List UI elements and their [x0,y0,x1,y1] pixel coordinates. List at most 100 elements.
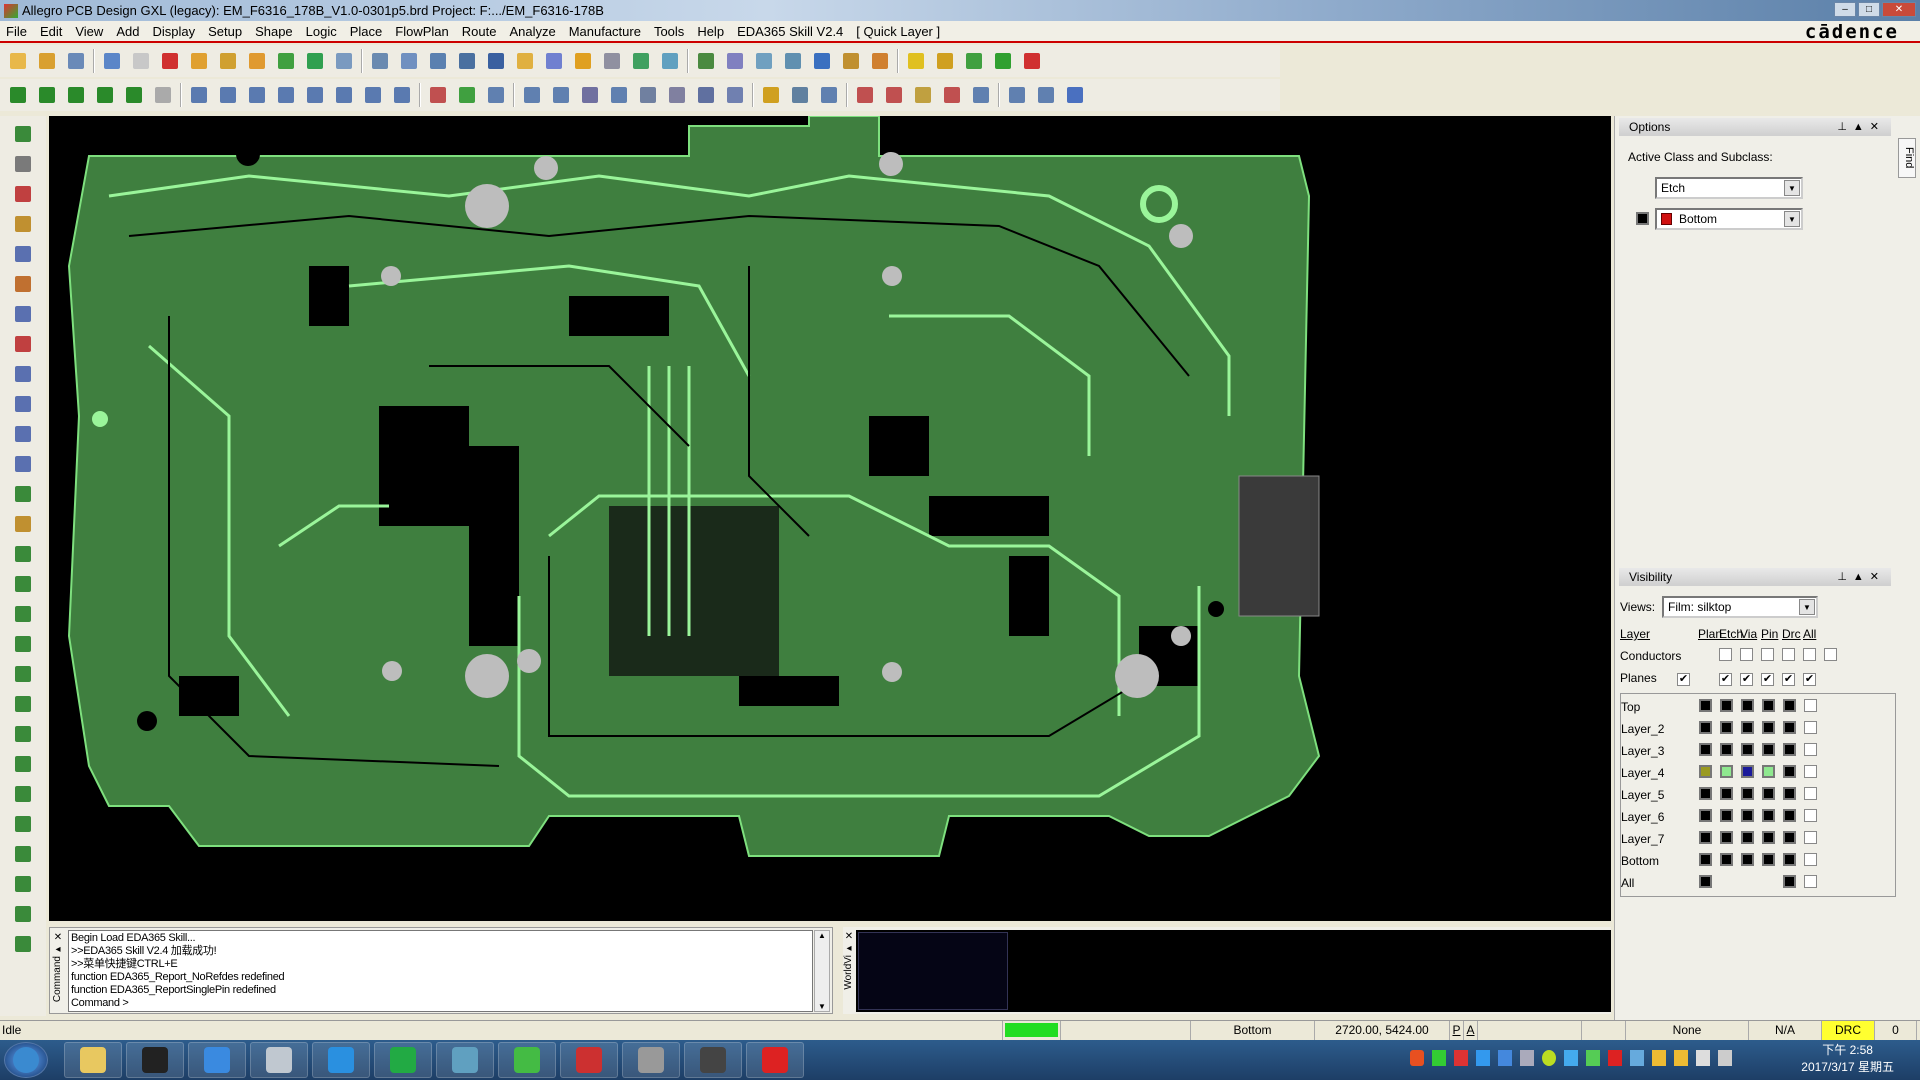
tray-app-icon[interactable] [1476,1050,1490,1066]
close-button[interactable]: ✕ [1882,2,1916,17]
column-header-drc[interactable]: Drc [1782,627,1803,641]
layer-color-swatch[interactable] [1741,831,1754,844]
checkbox[interactable] [1804,699,1817,712]
menu-quick-layer[interactable]: [ Quick Layer ] [856,24,940,39]
layer-color-cell[interactable] [1699,831,1720,847]
checkbox[interactable] [1804,787,1817,800]
command-tab[interactable]: ✕ ◂ Command [52,932,64,1006]
toolbar-button[interactable] [788,83,812,107]
left-tool-button[interactable] [11,392,35,416]
taskbar-mail[interactable] [746,1042,804,1078]
layer-color-cell[interactable] [1699,853,1720,869]
menu-route[interactable]: Route [462,24,497,39]
layer-all-checkbox[interactable] [1804,831,1825,847]
layer-color-cell[interactable] [1699,743,1720,759]
conductors-checkbox[interactable] [1740,648,1761,664]
layer-color-cell[interactable] [1699,765,1720,781]
toolbar-button[interactable] [542,49,566,73]
find-tab[interactable]: Find [1898,138,1916,178]
left-tool-button[interactable] [11,272,35,296]
toolbar-button[interactable] [303,83,327,107]
toolbar-button[interactable] [694,49,718,73]
layer-color-cell[interactable] [1741,787,1762,803]
conductors-checkbox[interactable] [1761,648,1782,664]
toolbar-button[interactable] [911,83,935,107]
left-tool-button[interactable] [11,302,35,326]
toolbar-button[interactable] [1063,83,1087,107]
layer-all-checkbox[interactable] [1804,787,1825,803]
layer-all-checkbox[interactable] [1804,721,1825,737]
checkbox[interactable] [1824,648,1837,661]
layer-all-checkbox[interactable] [1804,853,1825,869]
layer-color-cell[interactable] [1699,787,1720,803]
layer-color-swatch[interactable] [1762,853,1775,866]
toolbar-button[interactable] [245,83,269,107]
toolbar-button[interactable] [991,49,1015,73]
layer-color-cell[interactable] [1699,809,1720,825]
toolbar-button[interactable] [274,83,298,107]
checkbox[interactable]: ✔ [1740,672,1753,686]
taskbar-baidu-cloud[interactable] [188,1042,246,1078]
toolbar-button[interactable] [397,49,421,73]
layer-color-swatch[interactable] [1699,765,1712,778]
taskbar-browser[interactable] [312,1042,370,1078]
left-tool-button[interactable] [11,152,35,176]
layer-color-cell[interactable] [1720,699,1741,715]
layer-color-cell[interactable] [1762,831,1783,847]
toolbar-button[interactable] [455,49,479,73]
layer-color-swatch[interactable] [1720,743,1733,756]
layer-color-swatch[interactable] [1699,787,1712,800]
checkbox[interactable]: ✔ [1677,672,1690,686]
toolbar-button[interactable] [940,83,964,107]
left-tool-button[interactable] [11,452,35,476]
layer-color-cell[interactable] [1783,765,1804,781]
layer-color-swatch[interactable] [1741,699,1754,712]
command-scrollbar[interactable]: ▲ ▼ [814,930,830,1012]
left-tool-button[interactable] [11,422,35,446]
menu-view[interactable]: View [75,24,103,39]
layer-color-swatch[interactable] [1783,875,1796,888]
toolbar-button[interactable] [274,49,298,73]
left-tool-button[interactable] [11,692,35,716]
left-tool-button[interactable] [11,602,35,626]
left-tool-button[interactable] [11,242,35,266]
layer-color-swatch[interactable] [1783,831,1796,844]
layer-color-cell[interactable] [1762,765,1783,781]
layer-color-cell[interactable] [1720,743,1741,759]
toolbar-button[interactable] [64,49,88,73]
toolbar-button[interactable] [933,49,957,73]
layer-color-cell[interactable] [1762,853,1783,869]
left-tool-button[interactable] [11,512,35,536]
tray-app-icon[interactable] [1542,1050,1556,1066]
toolbar-button[interactable] [781,49,805,73]
toolbar-button[interactable] [368,49,392,73]
menu-file[interactable]: File [6,24,27,39]
layer-color-swatch[interactable] [1741,743,1754,756]
checkbox[interactable] [1740,648,1753,661]
toolbar-button[interactable] [600,49,624,73]
toolbar-button[interactable] [35,49,59,73]
column-header-etch[interactable]: Etch [1719,627,1743,641]
layer-color-swatch[interactable] [1699,831,1712,844]
taskbar-calculator[interactable] [250,1042,308,1078]
layer-color-swatch[interactable] [1783,721,1796,734]
maximize-button[interactable]: □ [1858,2,1880,17]
status-pick-button[interactable]: P [1450,1021,1464,1040]
toolbar-button[interactable] [759,83,783,107]
menu-analyze[interactable]: Analyze [509,24,555,39]
toolbar-button[interactable] [607,83,631,107]
panel-controls[interactable]: ⊥▲✕ [1837,118,1885,136]
planes-checkbox[interactable]: ✔ [1761,671,1782,686]
layer-color-swatch[interactable] [1699,875,1712,888]
minimize-button[interactable]: – [1834,2,1856,17]
toolbar-button[interactable] [853,83,877,107]
toolbar-button[interactable] [129,49,153,73]
layer-color-swatch[interactable] [1699,721,1712,734]
layer-all-checkbox[interactable] [1804,765,1825,781]
tray-app-icon[interactable] [1520,1050,1534,1066]
tray-app-icon[interactable] [1608,1050,1622,1066]
layer-color-swatch[interactable] [1741,721,1754,734]
toolbar-button[interactable] [93,83,117,107]
qq-tray-icon[interactable] [1652,1050,1666,1066]
toolbar-button[interactable] [629,49,653,73]
